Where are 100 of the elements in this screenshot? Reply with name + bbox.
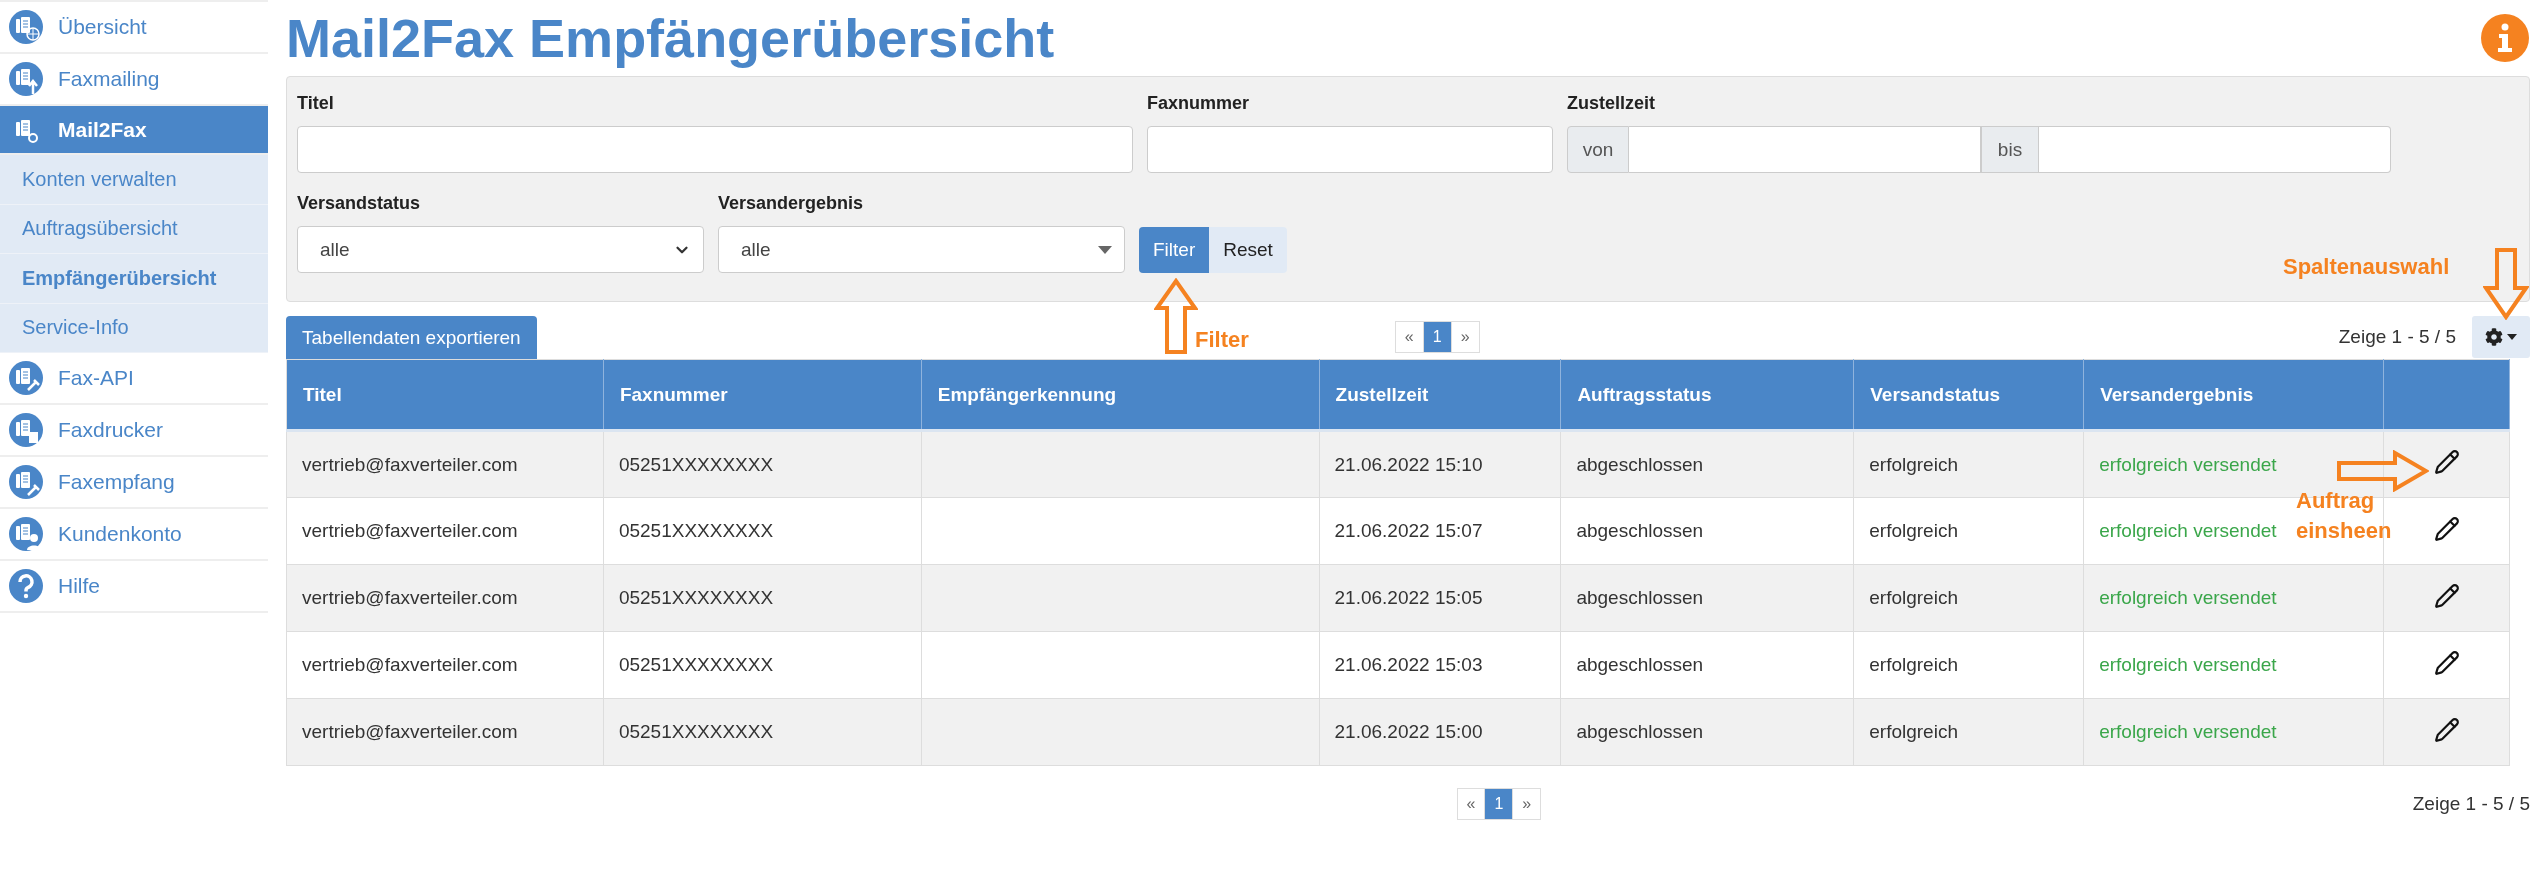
table-cell: 21.06.2022 15:10 bbox=[1319, 430, 1561, 498]
field-label: Zustellzeit bbox=[1567, 93, 1656, 114]
submenu-item[interactable]: Auftragsübersicht bbox=[0, 204, 268, 254]
column-settings-button[interactable] bbox=[2472, 315, 2530, 358]
previous-page-link[interactable]: « bbox=[1456, 788, 1486, 820]
table-cell: erfolgreich bbox=[1853, 497, 2084, 565]
table-cell: 21.06.2022 15:05 bbox=[1319, 564, 1561, 632]
sidebar-item[interactable]: Kundenkonto bbox=[0, 509, 268, 561]
page-link[interactable]: 1 bbox=[1422, 320, 1452, 353]
input-field[interactable] bbox=[297, 126, 1133, 173]
reset-button[interactable]: Reset bbox=[1209, 227, 1287, 273]
table-cell: 21.06.2022 15:00 bbox=[1319, 698, 1561, 766]
sidebar-item[interactable]: Übersicht bbox=[0, 2, 268, 54]
record-count: Zeige 1 - 5 / 5 bbox=[2412, 793, 2530, 815]
sidebar-item[interactable]: Hilfe bbox=[0, 561, 268, 613]
gear-icon bbox=[2485, 327, 2503, 346]
input-field[interactable] bbox=[1147, 126, 1553, 173]
edit-icon[interactable] bbox=[2433, 582, 2460, 609]
sidebar-item-label: Faxempfang bbox=[58, 470, 175, 494]
column-header: Empfängerkennung bbox=[921, 359, 1320, 431]
table-cell: vertrieb@faxverteiler.com bbox=[286, 430, 604, 498]
table-cell: vertrieb@faxverteiler.com bbox=[286, 497, 604, 565]
caret-icon bbox=[2507, 333, 2517, 340]
fax-icon bbox=[8, 516, 44, 552]
fax-icon bbox=[8, 9, 44, 45]
field-label: Versandergebnis bbox=[718, 193, 865, 214]
sidebar-item-label: Faxdrucker bbox=[58, 418, 164, 442]
fax-icon bbox=[8, 464, 44, 500]
column-header: Titel bbox=[286, 359, 604, 431]
fax-icon bbox=[8, 61, 44, 97]
column-header: Versandstatus bbox=[1853, 359, 2084, 431]
column-header: Faxnummer bbox=[603, 359, 922, 431]
sidebar-item[interactable]: Fax-API bbox=[0, 353, 268, 405]
table-cell: erfolgreich bbox=[1853, 564, 2084, 632]
table-cell: erfolgreich versendet bbox=[2083, 564, 2384, 632]
caret-icon bbox=[1098, 245, 1112, 254]
fax-icon bbox=[8, 360, 44, 396]
page-link[interactable]: 1 bbox=[1484, 788, 1514, 820]
field-label: Titel bbox=[297, 93, 335, 114]
field-label: Faxnummer bbox=[1147, 93, 1251, 114]
submenu-item[interactable]: Empfängerübersicht bbox=[0, 254, 268, 304]
table-cell: abgeschlossen bbox=[1560, 631, 1854, 699]
field-label: Versandstatus bbox=[297, 193, 422, 214]
edit-icon[interactable] bbox=[2433, 449, 2460, 475]
annotation-label: Filter bbox=[1195, 326, 1250, 354]
edit-icon[interactable] bbox=[2433, 716, 2460, 743]
sidebar-item-label: Mail2Fax bbox=[58, 117, 147, 142]
sidebar-item[interactable]: Faxempfang bbox=[0, 457, 268, 509]
select-field[interactable]: alle bbox=[297, 226, 704, 273]
table-cell: 21.06.2022 15:07 bbox=[1319, 497, 1561, 565]
next-page-link[interactable]: » bbox=[1450, 320, 1480, 353]
table-cell: 05251XXXXXXXX bbox=[603, 698, 922, 766]
annotation-label: Spaltenauswahl bbox=[2283, 253, 2451, 281]
next-page-link[interactable]: » bbox=[1512, 788, 1542, 820]
submenu-item[interactable]: Konten verwalten bbox=[0, 155, 268, 205]
previous-page-link[interactable]: « bbox=[1394, 320, 1424, 353]
edit-icon[interactable] bbox=[2433, 649, 2460, 676]
table-cell: 05251XXXXXXXX bbox=[603, 631, 922, 699]
table-cell: vertrieb@faxverteiler.com bbox=[286, 698, 604, 766]
sidebar-item-label: Kundenkonto bbox=[58, 522, 182, 546]
column-header: Versandergebnis bbox=[2083, 359, 2384, 431]
table-cell: vertrieb@faxverteiler.com bbox=[286, 631, 604, 699]
table-cell: 05251XXXXXXXX bbox=[603, 497, 922, 565]
table-cell: abgeschlossen bbox=[1560, 497, 1854, 565]
sidebar-item[interactable]: Faxdrucker bbox=[0, 405, 268, 457]
page-title: Mail2Fax Empfängerübersicht bbox=[286, 7, 1055, 69]
column-header: Auftragsstatus bbox=[1560, 359, 1854, 431]
table-cell: erfolgreich bbox=[1853, 698, 2084, 766]
fax-icon bbox=[8, 412, 44, 448]
table-cell: 21.06.2022 15:03 bbox=[1319, 631, 1561, 699]
table-cell: 05251XXXXXXXX bbox=[603, 430, 922, 498]
edit-icon[interactable] bbox=[2433, 515, 2460, 542]
export-button[interactable]: Tabellendaten exportieren bbox=[286, 316, 537, 359]
input-field[interactable] bbox=[1629, 126, 1981, 173]
table-cell: 05251XXXXXXXX bbox=[603, 564, 922, 632]
table-cell: abgeschlossen bbox=[1560, 698, 1854, 766]
sidebar-item-label: Übersicht bbox=[58, 15, 147, 39]
sidebar-item-label: Faxmailing bbox=[58, 67, 160, 91]
table-cell: erfolgreich bbox=[1853, 631, 2084, 699]
table-cell: erfolgreich versendet bbox=[2083, 631, 2384, 699]
sidebar-item-label: Fax-API bbox=[58, 366, 134, 390]
arrow-icon bbox=[1154, 278, 1198, 354]
sidebar-item-label: Hilfe bbox=[58, 574, 100, 598]
input-addon: von bbox=[1567, 126, 1629, 173]
table-cell: abgeschlossen bbox=[1560, 564, 1854, 632]
input-addon: bis bbox=[1981, 126, 2039, 173]
select-field[interactable]: alle bbox=[718, 226, 1125, 273]
table-cell: erfolgreich bbox=[1853, 430, 2084, 498]
filter-button[interactable]: Filter bbox=[1139, 227, 1210, 273]
info-icon[interactable] bbox=[2480, 13, 2530, 63]
column-header: Zustellzeit bbox=[1319, 359, 1561, 431]
help-icon bbox=[8, 568, 44, 604]
arrow-icon bbox=[2483, 248, 2529, 320]
table-cell: erfolgreich versendet bbox=[2083, 698, 2384, 766]
sidebar-item[interactable]: Mail2Fax bbox=[0, 106, 268, 155]
table-cell: abgeschlossen bbox=[1560, 430, 1854, 498]
arrow-icon bbox=[2337, 450, 2429, 492]
input-field[interactable] bbox=[2039, 126, 2391, 173]
submenu-item[interactable]: Service-Info bbox=[0, 303, 268, 353]
record-count: Zeige 1 - 5 / 5 bbox=[2338, 325, 2456, 348]
